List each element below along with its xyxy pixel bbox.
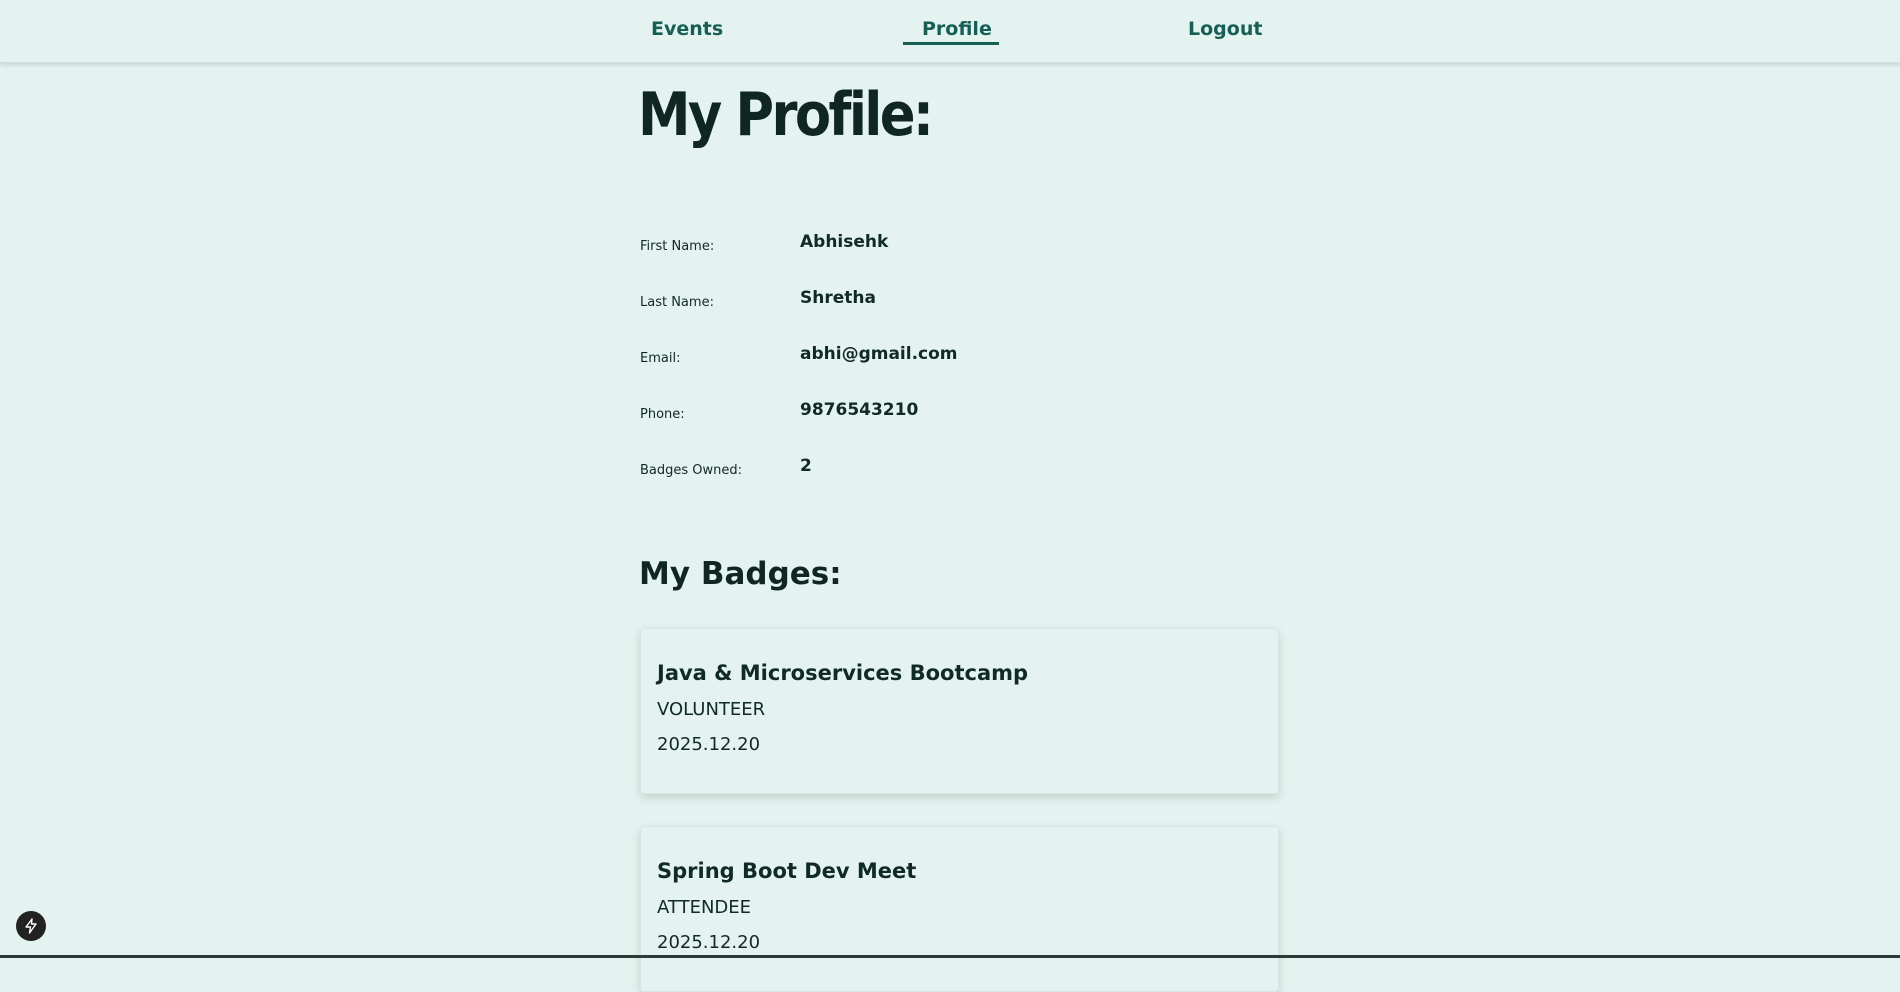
nav-link-logout[interactable]: Logout xyxy=(1188,18,1262,40)
badges-owned-label: Badges Owned: xyxy=(640,463,743,478)
badge-date: 2025.12.20 xyxy=(657,734,761,755)
last-name-value: Shretha xyxy=(800,288,876,308)
phone-value: 9876543210 xyxy=(800,400,919,420)
email-value: abhi@gmail.com xyxy=(800,344,958,364)
badge-role: VOLUNTEER xyxy=(657,699,766,720)
badge-card: Java & Microservices Bootcamp VOLUNTEER … xyxy=(640,628,1279,794)
badge-card: Spring Boot Dev Meet ATTENDEE 2025.12.20 xyxy=(640,826,1279,992)
last-name-label: Last Name: xyxy=(640,295,714,310)
badges-section-title: My Badges: xyxy=(639,556,842,592)
dev-tools-button[interactable] xyxy=(16,911,46,941)
phone-label: Phone: xyxy=(640,407,685,422)
badge-name: Java & Microservices Bootcamp xyxy=(657,661,1029,685)
nav-link-profile[interactable]: Profile xyxy=(922,18,992,40)
badge-date: 2025.12.20 xyxy=(657,932,761,953)
badge-role: ATTENDEE xyxy=(657,897,752,918)
active-tab-indicator xyxy=(903,42,999,45)
top-navigation: Events Profile Logout xyxy=(0,0,1900,63)
email-label: Email: xyxy=(640,351,681,366)
badge-name: Spring Boot Dev Meet xyxy=(657,859,917,883)
page-title: My Profile: xyxy=(638,80,934,150)
badges-owned-value: 2 xyxy=(800,456,812,476)
lightning-icon xyxy=(25,918,37,934)
first-name-label: First Name: xyxy=(640,239,715,254)
first-name-value: Abhisehk xyxy=(800,232,889,252)
nav-link-events[interactable]: Events xyxy=(651,18,723,40)
